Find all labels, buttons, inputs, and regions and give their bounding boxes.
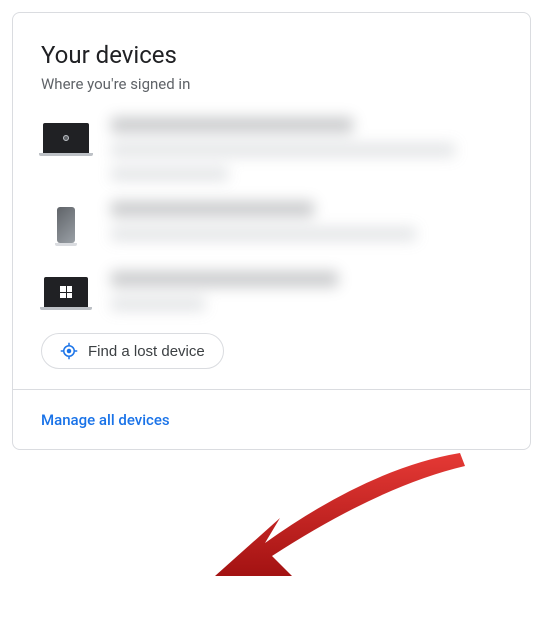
device-list (41, 117, 502, 311)
manage-all-devices-link[interactable]: Manage all devices (41, 411, 170, 429)
card-footer: Manage all devices (13, 389, 530, 449)
device-icon-wrap (41, 201, 91, 243)
find-lost-device-button[interactable]: Find a lost device (41, 333, 224, 369)
laptop-icon (43, 123, 89, 153)
target-icon (60, 342, 78, 360)
windows-laptop-icon (44, 277, 88, 307)
card-subtitle: Where you're signed in (41, 75, 502, 93)
annotation-arrow-icon (210, 448, 470, 598)
device-icon-wrap (41, 271, 91, 307)
find-lost-device-label: Find a lost device (88, 343, 205, 360)
devices-card-content: Your devices Where you're signed in (13, 13, 530, 389)
card-title: Your devices (41, 41, 502, 69)
device-row[interactable] (41, 201, 502, 251)
device-row[interactable] (41, 117, 502, 181)
device-text-redacted (111, 201, 502, 251)
device-row[interactable] (41, 271, 502, 311)
device-icon-wrap (41, 117, 91, 153)
phone-icon (57, 207, 75, 243)
device-text-redacted (111, 117, 502, 181)
device-text-redacted (111, 271, 502, 311)
devices-card: Your devices Where you're signed in (12, 12, 531, 450)
